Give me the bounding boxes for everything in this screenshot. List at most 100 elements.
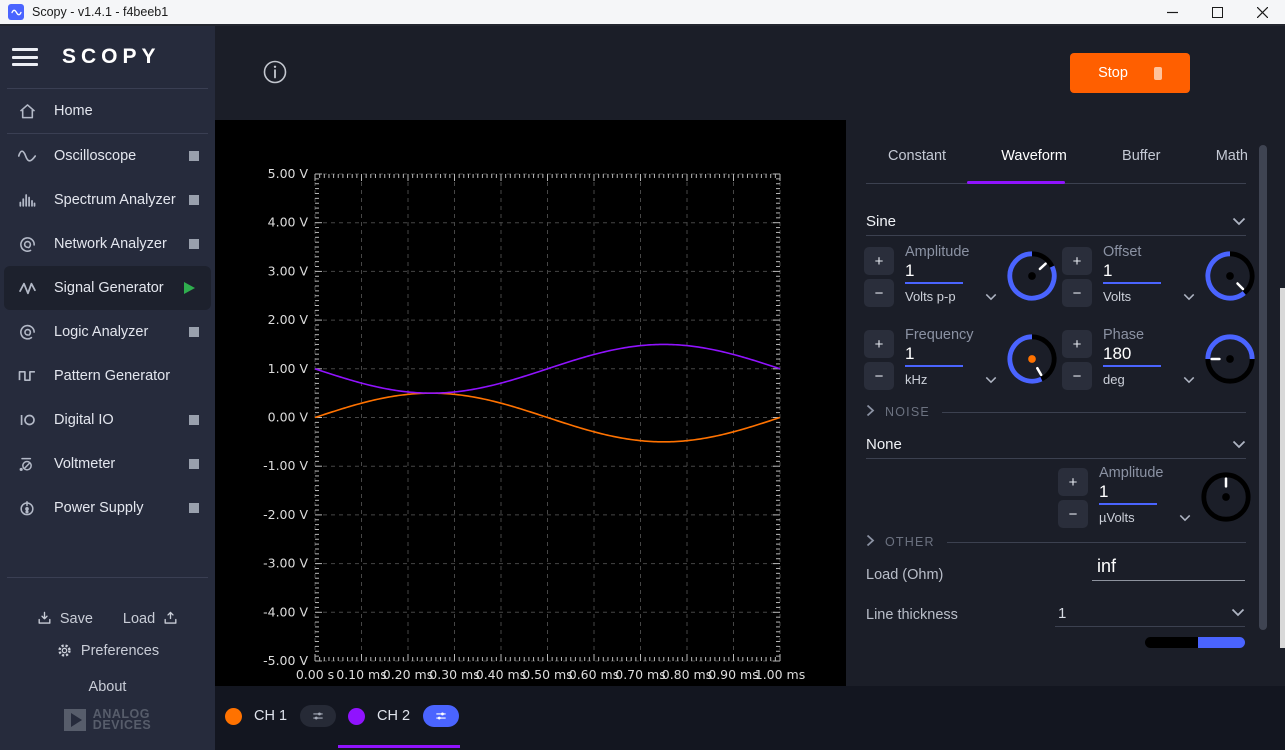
frequency-increment-button[interactable]: + [864, 330, 894, 358]
noise-amplitude-unit-select[interactable]: µVolts [1099, 510, 1191, 525]
line-thickness-select[interactable]: 1 [1055, 600, 1245, 627]
active-tab-indicator [967, 181, 1065, 184]
phase-label: Phase [1103, 327, 1203, 343]
offset-unit-select[interactable]: Volts [1103, 289, 1195, 304]
phase-increment-button[interactable]: + [1062, 330, 1092, 358]
amplitude-knob[interactable] [1005, 249, 1059, 303]
frequency-unit-select[interactable]: kHz [905, 372, 997, 387]
noise-type-value: None [866, 436, 902, 453]
running-indicator [184, 282, 195, 294]
stopped-indicator [189, 415, 199, 425]
amplitude-increment-button[interactable]: + [864, 247, 894, 275]
noise-section-header[interactable]: NOISE [866, 404, 1246, 420]
amplitude-value[interactable]: 1 [905, 261, 963, 284]
instrument-info-button[interactable] [261, 58, 289, 86]
noise-amplitude-decrement-button[interactable]: − [1058, 500, 1088, 528]
sidebar-item-label: Signal Generator [54, 280, 164, 296]
window-controls [1150, 0, 1285, 24]
amplitude-unit-value: Volts p-p [905, 289, 956, 304]
sidebar-item-label: Logic Analyzer [54, 324, 148, 340]
sidebar-item-signal-generator[interactable]: Signal Generator [4, 266, 211, 310]
noise-amplitude-knob[interactable] [1199, 470, 1253, 524]
svg-text:0.40 ms: 0.40 ms [476, 667, 527, 682]
channel-ch1[interactable]: CH 1 [225, 686, 336, 746]
window-title: Scopy - v1.4.1 - f4beeb1 [32, 5, 168, 19]
phase-value[interactable]: 180 [1103, 344, 1161, 367]
about-button[interactable]: About [0, 679, 215, 695]
load-ohm-input[interactable]: inf [1092, 556, 1245, 581]
mode-tabs: Constant Waveform Buffer Math [866, 148, 1270, 164]
other-section-header[interactable]: OTHER [866, 534, 1246, 550]
svg-text:0.70 ms: 0.70 ms [615, 667, 666, 682]
svg-text:0.00 V: 0.00 V [268, 410, 309, 425]
tab-buffer[interactable]: Buffer [1122, 148, 1160, 164]
svg-text:0.20 ms: 0.20 ms [383, 667, 434, 682]
phase-decrement-button[interactable]: − [1062, 362, 1092, 390]
save-icon [36, 610, 53, 627]
offset-increment-button[interactable]: + [1062, 247, 1092, 275]
about-label: About [89, 679, 127, 695]
signal-generator-icon [15, 276, 39, 300]
stopped-indicator [189, 151, 199, 161]
sidebar-item-oscilloscope[interactable]: Oscilloscope [0, 134, 215, 178]
panel-horizontal-scroll-handle[interactable] [1145, 637, 1245, 648]
amplitude-unit-select[interactable]: Volts p-p [905, 289, 997, 304]
close-icon [1257, 7, 1268, 18]
amplitude-decrement-button[interactable]: − [864, 279, 894, 307]
offset-decrement-button[interactable]: − [1062, 279, 1092, 307]
power-supply-icon [15, 496, 39, 520]
stop-label: Stop [1098, 65, 1128, 81]
frequency-value[interactable]: 1 [905, 344, 963, 367]
load-ohm-label: Load (Ohm) [866, 567, 943, 583]
frequency-unit-value: kHz [905, 372, 927, 387]
sidebar-item-pattern-generator[interactable]: Pattern Generator [0, 354, 215, 398]
ch1-settings-button[interactable] [300, 705, 336, 727]
noise-amplitude-value[interactable]: 1 [1099, 482, 1157, 505]
menu-toggle-icon[interactable] [12, 48, 38, 66]
noise-amplitude-increment-button[interactable]: + [1058, 468, 1088, 496]
ch1-label: CH 1 [254, 708, 287, 724]
phase-unit-select[interactable]: deg [1103, 372, 1195, 387]
svg-text:-4.00 V: -4.00 V [263, 604, 308, 619]
sidebar-item-spectrum-analyzer[interactable]: Spectrum Analyzer [0, 178, 215, 222]
sliders-icon [432, 709, 450, 723]
maximize-button[interactable] [1195, 0, 1240, 24]
pattern-generator-icon [15, 364, 39, 388]
amplitude-label: Amplitude [905, 244, 1005, 260]
offset-knob[interactable] [1203, 249, 1257, 303]
waveform-type-select[interactable]: Sine [866, 208, 1246, 236]
ch2-settings-button[interactable] [423, 705, 459, 727]
svg-text:0.30 ms: 0.30 ms [429, 667, 480, 682]
panel-scrollbar[interactable] [1259, 145, 1267, 630]
chevron-down-icon [985, 289, 997, 304]
sidebar-item-digital-io[interactable]: Digital IO [0, 398, 215, 442]
preferences-button[interactable]: Preferences [0, 642, 215, 659]
frequency-knob[interactable] [1005, 332, 1059, 386]
chevron-down-icon [1183, 289, 1195, 304]
noise-amplitude-control: + − Amplitude 1 µVolts [1058, 465, 1253, 533]
phase-knob[interactable] [1203, 332, 1257, 386]
save-button[interactable]: Save [36, 610, 93, 627]
active-channel-underline [338, 745, 460, 748]
run-stop-button[interactable]: Stop [1070, 53, 1190, 93]
minimize-button[interactable] [1150, 0, 1195, 24]
load-button[interactable]: Load [123, 610, 179, 627]
sidebar-item-power-supply[interactable]: Power Supply [0, 486, 215, 530]
amplitude-control: + − Amplitude 1 Volts p-p [864, 244, 1062, 312]
channel-ch2[interactable]: CH 2 [348, 686, 459, 746]
tab-math[interactable]: Math [1216, 148, 1248, 164]
tab-waveform[interactable]: Waveform [1001, 148, 1067, 164]
tab-constant[interactable]: Constant [888, 148, 946, 164]
sidebar-item-home[interactable]: Home [0, 89, 215, 133]
sidebar-item-logic-analyzer[interactable]: Logic Analyzer [0, 310, 215, 354]
sidebar-item-network-analyzer[interactable]: Network Analyzer [0, 222, 215, 266]
offset-value[interactable]: 1 [1103, 261, 1161, 284]
close-button[interactable] [1240, 0, 1285, 24]
frequency-decrement-button[interactable]: − [864, 362, 894, 390]
chevron-right-icon [866, 534, 875, 550]
sidebar-item-label: Voltmeter [54, 456, 115, 472]
sidebar-item-voltmeter[interactable]: Voltmeter [0, 442, 215, 486]
svg-text:0.80 ms: 0.80 ms [662, 667, 713, 682]
noise-type-select[interactable]: None [866, 431, 1246, 459]
sidebar-item-label: Oscilloscope [54, 148, 136, 164]
